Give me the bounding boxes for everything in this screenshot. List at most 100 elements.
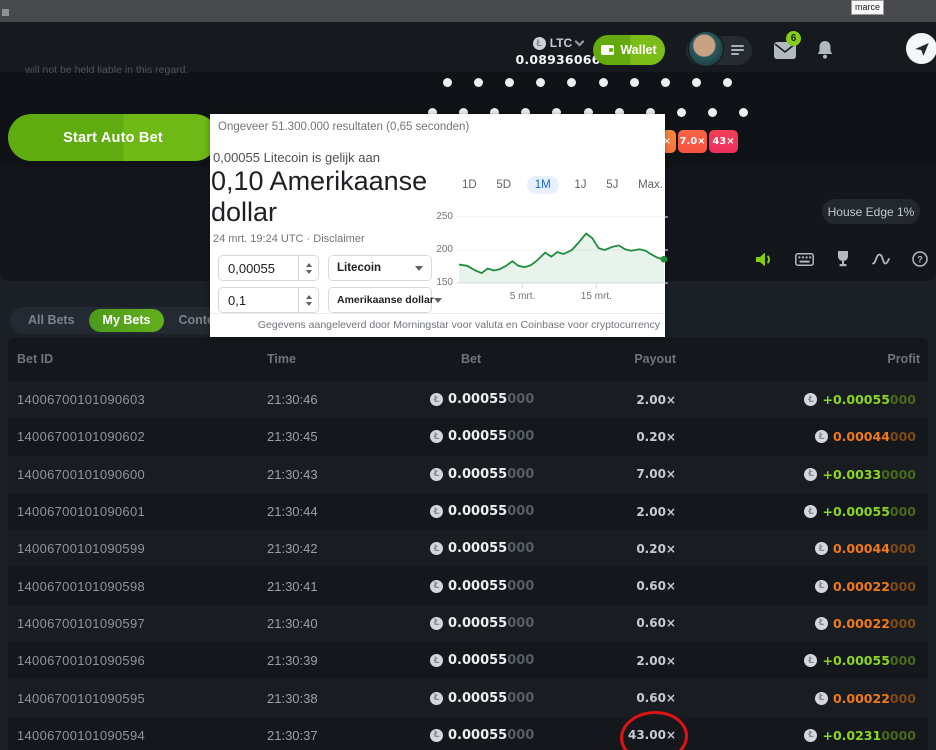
spinner-to[interactable] <box>298 288 318 312</box>
table-row[interactable]: 14006700101090599 21:30:42 Ł 0.00055000 … <box>8 530 928 567</box>
tab-my-bets[interactable]: My Bets <box>89 309 165 332</box>
ltc-coin-icon: Ł <box>804 729 817 742</box>
ltc-coin-icon: Ł <box>430 692 443 705</box>
time-cell: 21:30:41 <box>267 579 430 594</box>
table-row[interactable]: 14006700101090600 21:30:43 Ł 0.00055000 … <box>8 456 928 493</box>
ltc-coin-icon: Ł <box>815 430 828 443</box>
payout-cell: 43.00× <box>600 728 676 742</box>
profit-cell: Ł +0.00055000 <box>676 504 920 519</box>
bet-cell: Ł 0.00055000 <box>430 392 600 407</box>
bet-id-cell: 14006700101090598 <box>17 579 267 594</box>
ltc-coin-icon: Ł <box>430 654 443 667</box>
stats-icon[interactable] <box>872 253 890 265</box>
table-row[interactable]: 14006700101090595 21:30:38 Ł 0.00055000 … <box>8 679 928 716</box>
payout-cell: 0.60× <box>600 616 676 630</box>
spinner-from[interactable] <box>298 256 318 280</box>
wallet-button[interactable]: Wallet <box>593 35 665 65</box>
ltc-coin-icon: Ł <box>430 430 443 443</box>
table-row[interactable]: 14006700101090597 21:30:40 Ł 0.00055000 … <box>8 605 928 642</box>
plinko-peg <box>723 78 732 87</box>
balance-selector[interactable]: Ł LTC 0.08936066 <box>510 36 606 67</box>
currency-from-value: Litecoin <box>337 262 381 274</box>
browser-tooltip: marce <box>851 0 884 15</box>
time-cell: 21:30:40 <box>267 616 430 631</box>
start-auto-bet-button[interactable]: Start Auto Bet <box>8 114 218 161</box>
table-row[interactable]: 14006700101090596 21:30:39 Ł 0.00055000 … <box>8 642 928 679</box>
table-header-row: Bet ID Time Bet Payout Profit <box>8 337 928 381</box>
profit-cell: Ł +0.02310000 <box>676 728 920 743</box>
table-row[interactable]: 14006700101090601 21:30:44 Ł 0.00055000 … <box>8 493 928 530</box>
ltc-coin-icon: Ł <box>430 580 443 593</box>
currency-to-select[interactable]: Amerikaanse dollar <box>328 287 432 313</box>
plinko-peg <box>692 78 701 87</box>
range-tab-1d[interactable]: 1D <box>458 176 481 194</box>
game-toolbar: ? <box>756 248 928 270</box>
payout-cell: 7.00× <box>600 467 676 481</box>
ltc-coin-icon: Ł <box>430 505 443 518</box>
time-cell: 21:30:37 <box>267 728 430 743</box>
data-attribution: Gegevens aangeleverd door Morningstar vo… <box>210 313 665 337</box>
wallet-label: Wallet <box>620 43 656 57</box>
header-time: Time <box>267 352 430 366</box>
payout-cell: 0.60× <box>600 691 676 705</box>
table-row[interactable]: 14006700101090598 21:30:41 Ł 0.00055000 … <box>8 567 928 604</box>
price-chart: 5 mrt. 15 mrt. <box>456 195 668 307</box>
trophy-icon[interactable] <box>836 251 850 267</box>
table-row[interactable]: 14006700101090594 21:30:37 Ł 0.00055000 … <box>8 717 928 750</box>
header-payout: Payout <box>600 352 676 366</box>
plinko-peg <box>739 108 748 117</box>
range-tab-1j[interactable]: 1J <box>570 176 590 194</box>
keyboard-icon[interactable] <box>795 253 814 266</box>
ltc-coin-icon: Ł <box>804 393 817 406</box>
disclaimer-link[interactable]: Disclaimer <box>313 233 364 245</box>
help-icon[interactable]: ? <box>912 251 928 267</box>
menu-icon[interactable] <box>731 45 744 57</box>
time-cell: 21:30:43 <box>267 467 430 482</box>
tab-all-bets[interactable]: All Bets <box>14 307 89 334</box>
profit-cell: Ł 0.00022000 <box>676 616 920 631</box>
svg-text:15 mrt.: 15 mrt. <box>581 291 612 302</box>
currency-from-select[interactable]: Litecoin <box>328 255 432 281</box>
y-tick-label: 150 <box>423 277 453 288</box>
avatar[interactable] <box>688 31 724 67</box>
chat-icon[interactable] <box>906 33 936 64</box>
bet-cell: Ł 0.00055000 <box>430 541 600 556</box>
profit-cell: Ł +0.00055000 <box>676 392 920 407</box>
amount-from-input[interactable]: 0,00055 <box>218 255 319 281</box>
bell-icon[interactable] <box>817 41 833 59</box>
table-row[interactable]: 14006700101090603 21:30:46 Ł 0.00055000 … <box>8 381 928 418</box>
conversion-meta: 24 mrt. 19:24 UTC · Disclaimer <box>213 233 365 245</box>
bets-table: Bet ID Time Bet Payout Profit 1400670010… <box>8 337 928 750</box>
bet-id-cell: 14006700101090597 <box>17 616 267 631</box>
amount-from-value: 0,00055 <box>219 261 298 276</box>
table-row[interactable]: 14006700101090602 21:30:45 Ł 0.00055000 … <box>8 418 928 455</box>
timestamp: 24 mrt. 19:24 UTC · <box>213 233 313 245</box>
profit-cell: Ł 0.00044000 <box>676 541 920 556</box>
time-cell: 21:30:39 <box>267 653 430 668</box>
ltc-coin-icon: Ł <box>430 617 443 630</box>
profit-cell: Ł 0.00044000 <box>676 429 920 444</box>
ltc-coin-icon: Ł <box>804 654 817 667</box>
profit-cell: Ł 0.00022000 <box>676 691 920 706</box>
ltc-coin-icon: Ł <box>430 542 443 555</box>
time-cell: 21:30:44 <box>267 504 430 519</box>
currency-to-value: Amerikaanse dollar <box>337 294 434 306</box>
currency-code: LTC <box>550 36 572 50</box>
bet-id-cell: 14006700101090602 <box>17 429 267 444</box>
volume-icon[interactable] <box>756 252 773 267</box>
bet-cell: Ł 0.00055000 <box>430 504 600 519</box>
bets-tabs: All BetsMy BetsContest <box>10 307 243 334</box>
range-tab-5d[interactable]: 5D <box>492 176 515 194</box>
amount-to-input[interactable]: 0,1 <box>218 287 319 313</box>
profit-cell: Ł +0.00330000 <box>676 467 920 482</box>
bet-cell: Ł 0.00055000 <box>430 616 600 631</box>
range-tab-1m[interactable]: 1M <box>527 176 559 194</box>
wallet-icon <box>601 45 614 55</box>
range-tab-5j[interactable]: 5J <box>602 176 622 194</box>
browser-strip <box>0 0 936 22</box>
ltc-coin-icon: Ł <box>430 729 443 742</box>
payout-cell: 2.00× <box>600 505 676 519</box>
range-tab-max[interactable]: Max. <box>634 176 667 194</box>
bet-id-cell: 14006700101090603 <box>17 392 267 407</box>
svg-text:5 mrt.: 5 mrt. <box>510 291 536 302</box>
